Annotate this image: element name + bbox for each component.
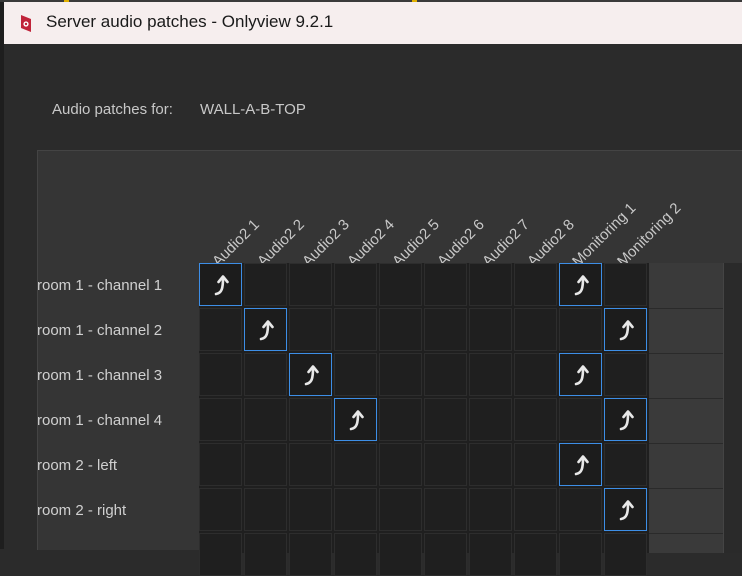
patch-cell[interactable] [469,533,512,576]
patch-arrow-icon [574,455,589,476]
patch-cell[interactable] [244,443,287,486]
patch-cell[interactable] [334,308,377,351]
patch-cell-active[interactable] [334,398,377,441]
patch-cell[interactable] [244,353,287,396]
patch-cell[interactable] [424,533,467,576]
patch-cell-active[interactable] [604,398,647,441]
patch-cell[interactable] [289,308,332,351]
patch-cell[interactable] [244,398,287,441]
patch-cell[interactable] [514,488,557,531]
patch-cell[interactable] [424,443,467,486]
patch-arrow-icon [349,410,364,431]
patch-cell-active[interactable] [559,443,602,486]
patch-cell[interactable] [514,443,557,486]
matrix-empty-area [649,263,723,553]
patch-cell-active[interactable] [604,308,647,351]
patch-cell[interactable] [559,533,602,576]
patch-arrow-icon [619,500,634,521]
row-label: room 1 - channel 3 [37,367,163,384]
patch-cell[interactable] [289,263,332,306]
patch-cell[interactable] [379,533,422,576]
window-title: Server audio patches - Onlyview 9.2.1 [46,12,334,31]
patch-cell[interactable] [289,488,332,531]
patch-cell[interactable] [514,533,557,576]
patch-cell[interactable] [424,353,467,396]
patch-cell[interactable] [469,263,512,306]
row-label: room 2 - right [37,502,127,519]
patch-cell-active[interactable] [559,353,602,396]
patch-cell[interactable] [199,398,242,441]
patch-cell[interactable] [334,263,377,306]
patch-cell[interactable] [469,488,512,531]
patch-cell[interactable] [199,443,242,486]
patch-cell[interactable] [379,263,422,306]
patch-cell[interactable] [379,308,422,351]
patch-cell[interactable] [199,353,242,396]
patch-cell[interactable] [424,398,467,441]
patch-cell[interactable] [379,443,422,486]
patch-cell[interactable] [604,443,647,486]
patch-cell[interactable] [334,533,377,576]
patch-cell[interactable] [379,488,422,531]
patch-cell[interactable] [289,398,332,441]
patch-cell[interactable] [469,398,512,441]
row-label: room 1 - channel 2 [37,322,163,339]
patch-cell[interactable] [199,488,242,531]
patch-cell[interactable] [424,308,467,351]
patch-cell[interactable] [514,353,557,396]
patch-cell[interactable] [244,263,287,306]
patch-cell[interactable] [469,353,512,396]
patch-cell-active[interactable] [199,263,242,306]
patch-cell[interactable] [604,533,647,576]
patch-cell[interactable] [514,263,557,306]
patch-cell[interactable] [379,353,422,396]
patch-cell[interactable] [289,533,332,576]
patch-cell[interactable] [289,443,332,486]
patch-cell[interactable] [334,353,377,396]
patch-cell-active[interactable] [244,308,287,351]
patch-cell[interactable] [424,488,467,531]
patch-cell-active[interactable] [559,263,602,306]
patch-cell[interactable] [424,263,467,306]
patch-cell[interactable] [559,488,602,531]
patch-cell[interactable] [604,263,647,306]
patch-cell[interactable] [334,488,377,531]
patch-arrow-icon [619,320,634,341]
patch-arrow-icon [574,275,589,296]
patch-cell[interactable] [514,398,557,441]
patch-cell[interactable] [199,308,242,351]
patch-matrix-grid [199,263,649,576]
app-logo-icon [21,15,31,32]
patch-cell[interactable] [379,398,422,441]
patch-cell[interactable] [469,443,512,486]
patch-cell[interactable] [244,533,287,576]
patch-cell[interactable] [559,398,602,441]
patch-cell[interactable] [604,353,647,396]
patch-cell[interactable] [514,308,557,351]
patch-arrow-icon [619,410,634,431]
patch-for-value: WALL-A-B-TOP [200,101,306,118]
patch-cell[interactable] [559,308,602,351]
patch-cell-active[interactable] [289,353,332,396]
patch-cell[interactable] [334,443,377,486]
row-label: room 2 - left [37,457,118,474]
patch-arrow-icon [304,365,319,386]
matrix-right-scroll-area[interactable] [723,263,742,553]
patch-cell-active[interactable] [604,488,647,531]
patch-cell[interactable] [469,308,512,351]
patch-arrow-icon [259,320,274,341]
title-bar[interactable]: Server audio patches - Onlyview 9.2.1 [4,2,742,44]
patch-for-label: Audio patches for: [52,101,173,118]
row-label: room 1 - channel 1 [37,277,163,294]
patch-arrow-icon [214,275,229,296]
patch-cell[interactable] [244,488,287,531]
patch-cell[interactable] [199,533,242,576]
row-label: room 1 - channel 4 [37,412,163,429]
patch-arrow-icon [574,365,589,386]
